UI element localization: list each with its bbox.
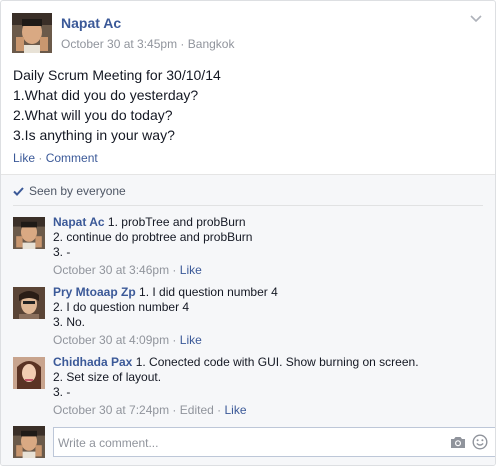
comment-author-link[interactable]: Chidhada Pax	[53, 355, 132, 369]
comment-author-link[interactable]: Pry Mtoaap Zp	[53, 285, 136, 299]
seen-by-indicator: Seen by everyone	[13, 184, 126, 198]
comment-body: Napat Ac 1. probTree and probBurn 2. con…	[53, 215, 252, 278]
commenter-avatar[interactable]	[13, 217, 45, 249]
divider	[13, 205, 483, 206]
author-avatar[interactable]	[12, 13, 52, 53]
post-line: 1.What did you do yesterday?	[13, 87, 199, 103]
feedback-section: Seen by everyone Napat Ac 1. probTree an…	[1, 174, 495, 465]
post-line: Daily Scrum Meeting for 30/10/14	[13, 67, 221, 83]
post-meta: October 30 at 3:45pm · Bangkok	[61, 37, 234, 51]
post-text: Daily Scrum Meeting for 30/10/14 1.What …	[13, 65, 221, 145]
meta-separator: ·	[172, 263, 177, 277]
checkmark-icon	[13, 186, 24, 196]
comment-timestamp[interactable]: October 30 at 3:46pm	[53, 263, 169, 277]
comment-text: 2. Set size of layout.	[53, 370, 162, 384]
comment-body: Chidhada Pax 1. Conected code with GUI. …	[53, 355, 419, 418]
edited-label[interactable]: Edited	[180, 403, 214, 417]
comment-like-button[interactable]: Like	[180, 333, 202, 347]
like-button[interactable]: Like	[13, 151, 35, 165]
commenter-avatar[interactable]	[13, 357, 45, 389]
comment-text: 3. -	[53, 385, 71, 399]
comment-timestamp[interactable]: October 30 at 4:09pm	[53, 333, 169, 347]
post-author-link[interactable]: Napat Ac	[61, 15, 121, 31]
meta-separator: ·	[172, 333, 177, 347]
post-timestamp[interactable]: October 30 at 3:45pm	[61, 37, 177, 51]
comment-input-placeholder: Write a comment...	[58, 436, 159, 450]
comment-input[interactable]: Write a comment...	[53, 427, 495, 457]
comment-text: 1. I did question number 4	[139, 285, 278, 299]
post-line: 3.Is anything in your way?	[13, 127, 175, 143]
meta-separator: ·	[172, 403, 177, 417]
comment-text: 3. -	[53, 245, 71, 259]
comment-button[interactable]: Comment	[46, 151, 98, 165]
comment-meta: October 30 at 3:46pm · Like	[53, 263, 252, 278]
meta-separator: ·	[217, 403, 222, 417]
post-card: Napat Ac October 30 at 3:45pm · Bangkok …	[0, 0, 496, 466]
comment-like-button[interactable]: Like	[224, 403, 246, 417]
comment-body: Pry Mtoaap Zp 1. I did question number 4…	[53, 285, 278, 348]
smiley-icon[interactable]	[472, 434, 488, 450]
comment-text: 1. probTree and probBurn	[107, 215, 246, 229]
comment-text: 3. No.	[53, 315, 86, 329]
comment-author-link[interactable]: Napat Ac	[53, 215, 105, 229]
comment-timestamp[interactable]: October 30 at 7:24pm	[53, 403, 169, 417]
seen-by-label: Seen by everyone	[29, 184, 126, 198]
commenter-avatar[interactable]	[13, 287, 45, 319]
comment-meta: October 30 at 7:24pm · Edited · Like	[53, 403, 419, 418]
viewer-avatar	[13, 426, 45, 458]
camera-icon[interactable]	[450, 435, 466, 449]
comment-text: 1. Conected code with GUI. Show burning …	[135, 355, 419, 369]
comment-text: 2. continue do probtree and probBurn	[53, 230, 253, 244]
chevron-down-icon[interactable]	[470, 15, 482, 23]
meta-separator: ·	[180, 37, 185, 51]
comment-meta: October 30 at 4:09pm · Like	[53, 333, 278, 348]
comment-composer: Write a comment...	[13, 426, 495, 458]
post-line: 2.What will you do today?	[13, 107, 173, 123]
post-actions: Like · Comment	[13, 151, 98, 165]
actions-separator: ·	[38, 151, 43, 165]
comment-like-button[interactable]: Like	[180, 263, 202, 277]
post-location[interactable]: Bangkok	[188, 37, 235, 51]
comment-text: 2. I do question number 4	[53, 300, 190, 314]
